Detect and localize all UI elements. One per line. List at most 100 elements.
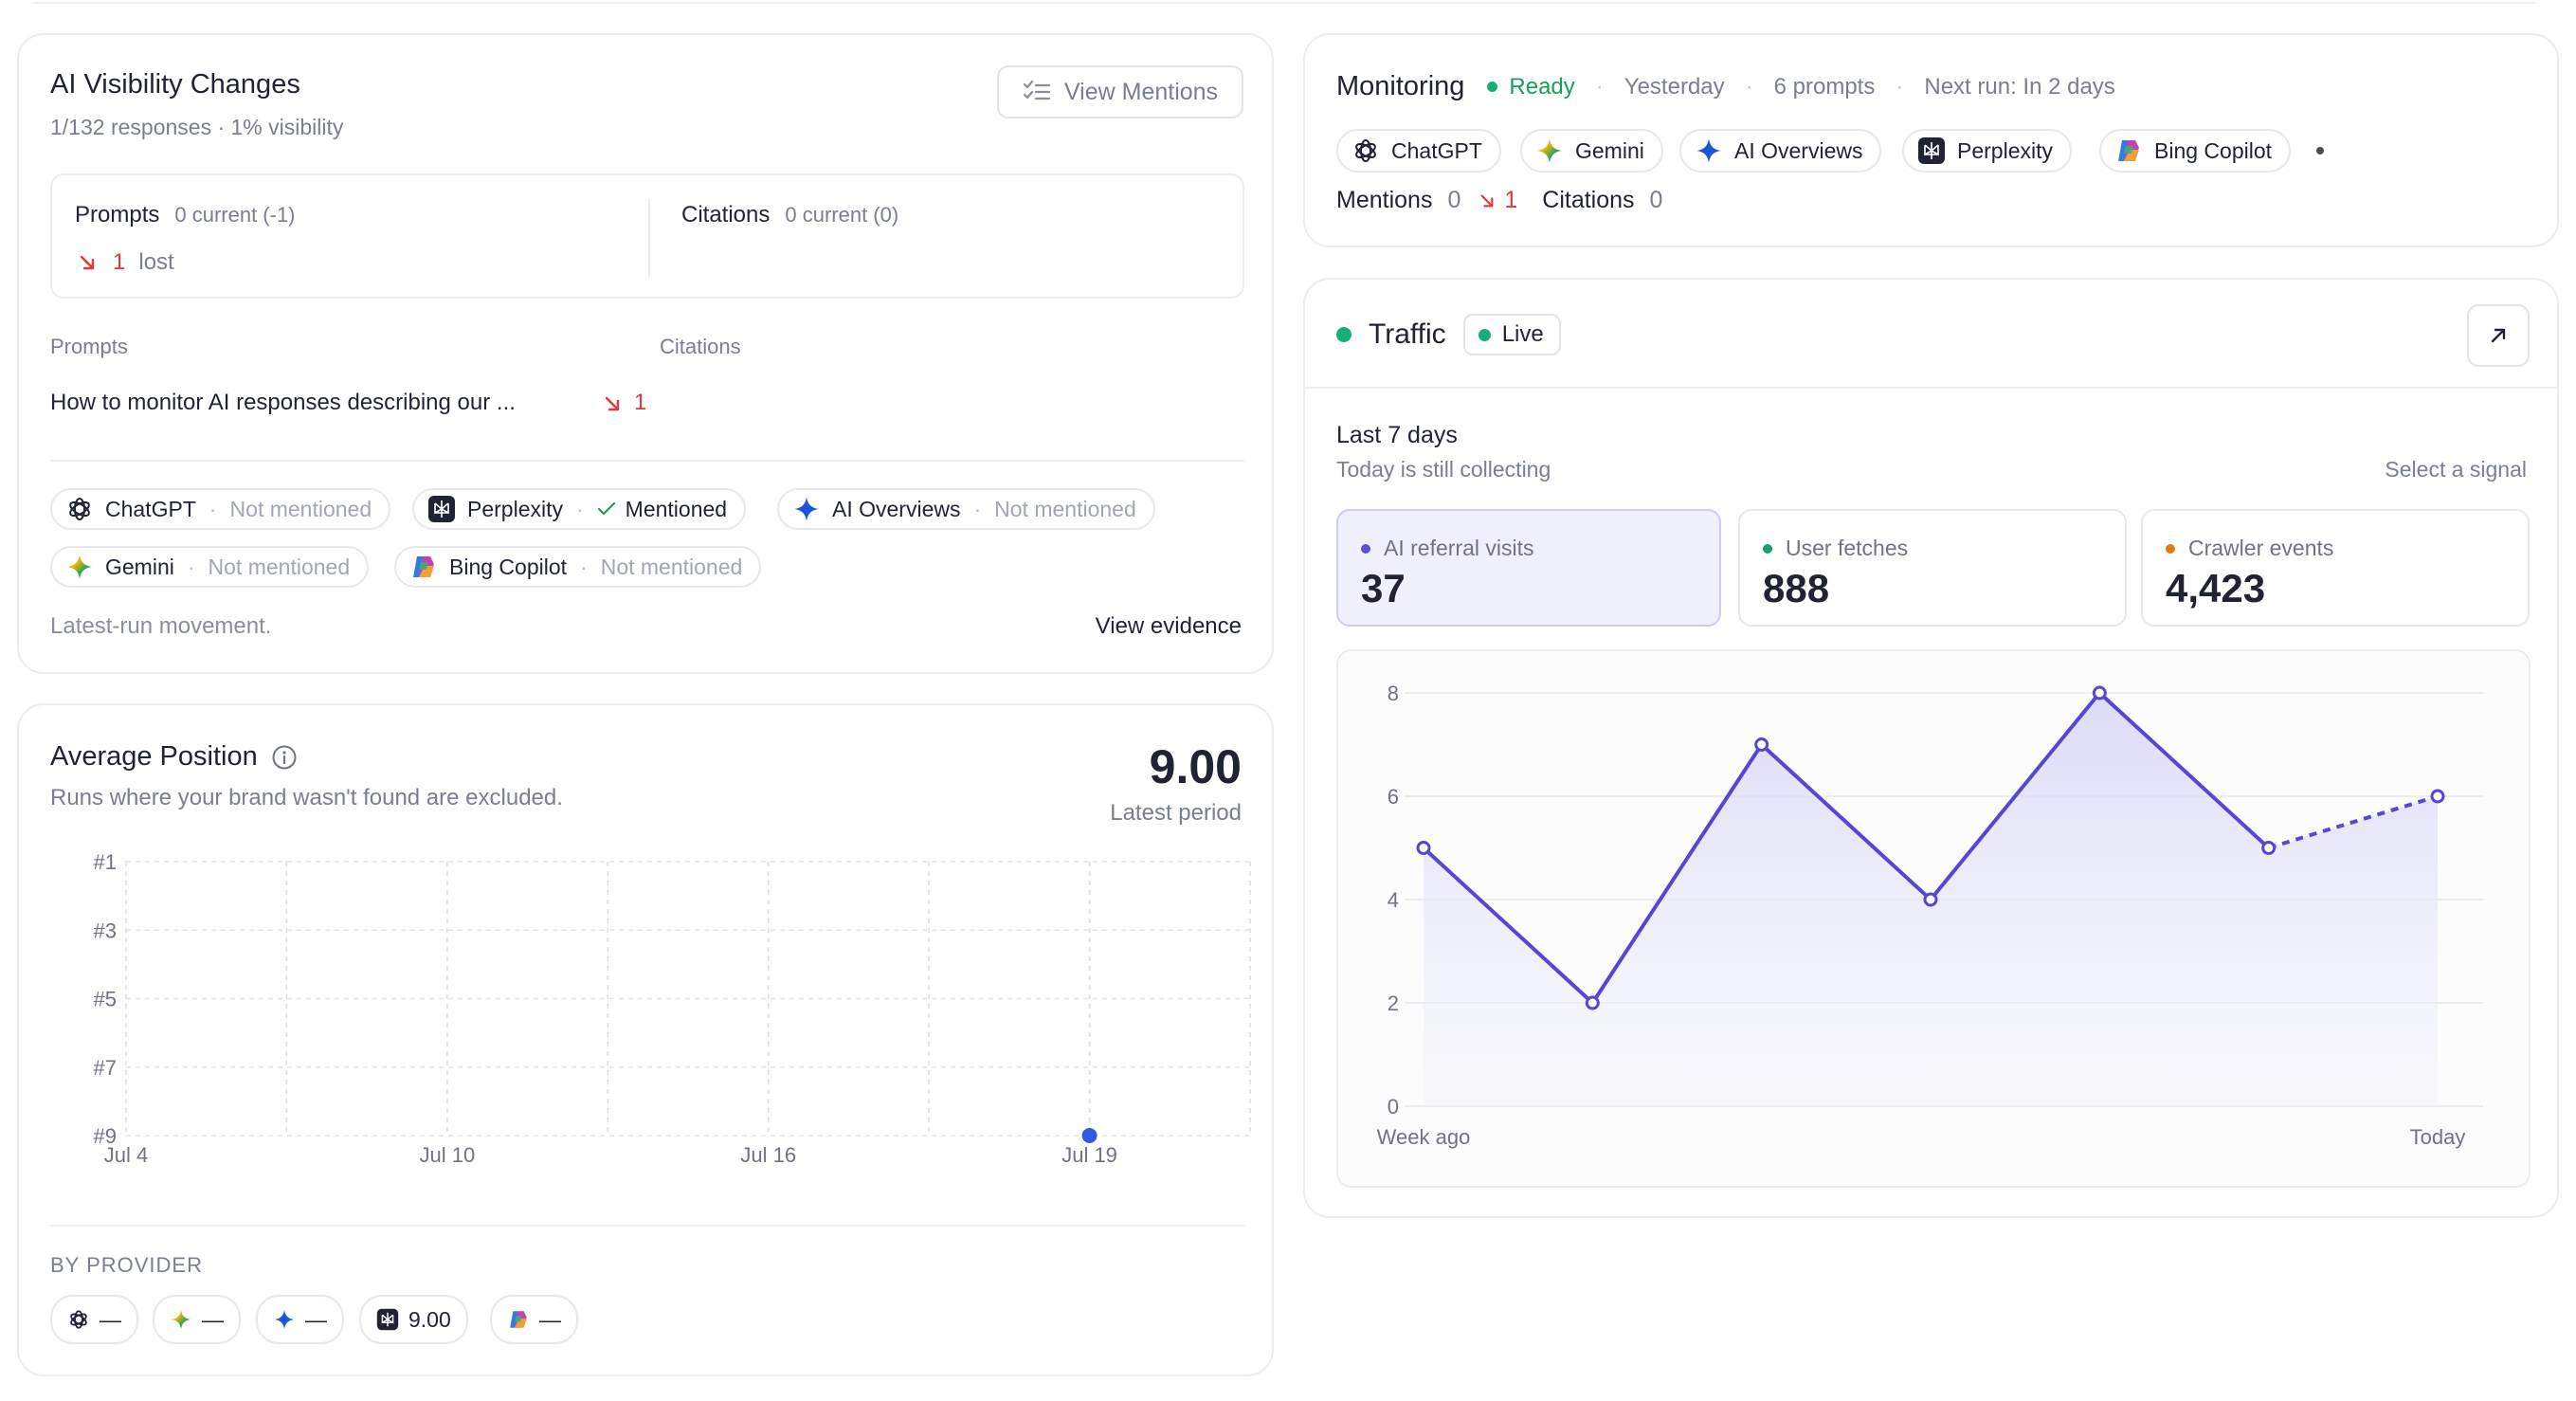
lost-indicator: 1 lost bbox=[79, 249, 174, 276]
live-badge: Live bbox=[1462, 314, 1561, 355]
separator-dot: · bbox=[1896, 73, 1904, 100]
y-tick-label: #1 bbox=[94, 850, 117, 874]
data-point[interactable] bbox=[1923, 892, 1938, 907]
monitoring-status: Ready bbox=[1509, 73, 1575, 100]
provider-pill-perplexity[interactable]: Perplexity · Mentioned bbox=[412, 488, 747, 530]
signal-label: Crawler events bbox=[2166, 536, 2333, 561]
provider-pill-ai-overviews[interactable]: AI Overviews · Not mentioned bbox=[777, 488, 1155, 530]
provider-status: Mentioned bbox=[625, 496, 728, 521]
traffic-chart-frame: 0 2 4 6 8 Week ago Today bbox=[1336, 649, 2531, 1188]
provider-status: Not mentioned bbox=[208, 554, 351, 579]
position-chart: #1#3#5#7#9 Jul 4 Jul 10 Jul 16 Jul 19 bbox=[94, 850, 1251, 1167]
signal-tile-user-fetches[interactable]: User fetches 888 bbox=[1738, 509, 2127, 627]
signal-label: AI referral visits bbox=[1361, 536, 1533, 561]
signal-label-text: Crawler events bbox=[2188, 536, 2334, 560]
separator-dot: · bbox=[973, 496, 982, 521]
table-row[interactable]: How to monitor AI responses describing o… bbox=[50, 386, 657, 420]
column-header-citations: Citations bbox=[660, 335, 741, 358]
provider-pill-chatgpt[interactable]: ChatGPT · Not mentioned bbox=[50, 488, 391, 530]
arrow-down-right-icon bbox=[1479, 193, 1495, 209]
engine-pill-ai-overviews[interactable]: AI Overviews bbox=[1679, 129, 1882, 173]
mentions-row: Mentions 0 1 Citations 0 bbox=[1336, 187, 1662, 214]
section-divider bbox=[50, 1225, 1244, 1227]
summary-divider bbox=[648, 198, 650, 278]
view-evidence-link[interactable]: View evidence bbox=[1096, 613, 1242, 640]
data-point[interactable] bbox=[1585, 995, 1600, 1010]
data-point[interactable] bbox=[1416, 841, 1431, 855]
view-mentions-label: View Mentions bbox=[1063, 78, 1219, 105]
x-tick-label: Jul 19 bbox=[1061, 1143, 1117, 1167]
data-point[interactable] bbox=[1754, 737, 1769, 752]
data-point[interactable] bbox=[2261, 841, 2277, 855]
mentions-value: 0 bbox=[1447, 187, 1461, 213]
lost-count: 1 bbox=[113, 249, 126, 275]
provider-pill-gemini[interactable]: Gemini · Not mentioned bbox=[50, 546, 370, 588]
engine-name: Gemini bbox=[1575, 137, 1644, 163]
engine-name: Bing Copilot bbox=[2154, 137, 2273, 163]
separator-dot: · bbox=[1595, 73, 1604, 100]
position-pill-gemini[interactable]: — bbox=[153, 1295, 241, 1344]
signal-tile-ai-referral-visits[interactable]: AI referral visits 37 bbox=[1336, 509, 1721, 627]
position-pill-perplexity[interactable]: 9.00 bbox=[359, 1295, 468, 1344]
separator-dot: · bbox=[209, 496, 217, 521]
average-position-card: Average Position Runs where your brand w… bbox=[17, 703, 1274, 1376]
provider-position-value: — bbox=[539, 1306, 561, 1332]
perplexity-icon bbox=[376, 1308, 399, 1331]
visibility-title: AI Visibility Changes bbox=[50, 69, 300, 100]
engine-pill-gemini[interactable]: Gemini bbox=[1520, 129, 1663, 173]
list-check-icon bbox=[1023, 81, 1051, 103]
prompt-text: How to monitor AI responses describing o… bbox=[50, 390, 516, 415]
engine-name: Perplexity bbox=[1957, 137, 2053, 163]
engine-pill-perplexity[interactable]: Perplexity bbox=[1902, 129, 2072, 173]
check-icon bbox=[597, 501, 616, 517]
x-tick-label: Jul 16 bbox=[740, 1143, 796, 1167]
provider-pill-bing-copilot[interactable]: Bing Copilot · Not mentioned bbox=[394, 546, 762, 588]
position-pill-chatgpt[interactable]: — bbox=[50, 1295, 138, 1344]
signal-label-text: User fetches bbox=[1786, 536, 1909, 560]
gemini-icon bbox=[65, 553, 94, 581]
chatgpt-icon bbox=[65, 495, 94, 523]
chatgpt-icon bbox=[67, 1308, 90, 1331]
section-divider bbox=[50, 460, 1244, 462]
traffic-status-dot bbox=[1336, 327, 1351, 342]
position-value-label: Latest period bbox=[1110, 800, 1242, 826]
engine-name: AI Overviews bbox=[1734, 137, 1863, 163]
gemini-icon bbox=[170, 1308, 192, 1331]
ai-overviews-icon bbox=[1695, 136, 1723, 165]
data-point[interactable] bbox=[2092, 685, 2107, 700]
last-run: Yesterday bbox=[1624, 73, 1725, 100]
provider-position-value: — bbox=[100, 1306, 121, 1332]
view-mentions-button[interactable]: View Mentions bbox=[997, 65, 1243, 118]
ai-overviews-icon bbox=[273, 1308, 296, 1331]
info-icon[interactable] bbox=[271, 744, 298, 771]
traffic-chart: 0 2 4 6 8 Week ago Today bbox=[1377, 682, 2483, 1149]
citations-value: 0 bbox=[1649, 187, 1663, 213]
position-pill-bing-copilot[interactable]: — bbox=[490, 1295, 578, 1344]
data-point[interactable] bbox=[1081, 1128, 1098, 1143]
provider-name: ChatGPT bbox=[105, 496, 196, 521]
prompts-summary: Prompts 0 current (-1) bbox=[75, 202, 296, 228]
open-traffic-button[interactable] bbox=[2467, 304, 2530, 367]
provider-name: Gemini bbox=[105, 554, 174, 579]
y-tick-label: 4 bbox=[1388, 888, 1399, 912]
x-tick-label: Today bbox=[2410, 1125, 2466, 1149]
visibility-card: AI Visibility Changes 1/132 responses · … bbox=[17, 33, 1274, 674]
x-tick-label: Jul 10 bbox=[419, 1143, 475, 1167]
engine-pill-bing-copilot[interactable]: Bing Copilot bbox=[2099, 129, 2292, 173]
visibility-subtitle: 1/132 responses · 1% visibility bbox=[50, 115, 344, 139]
more-engines-dot bbox=[2316, 147, 2324, 155]
x-tick-label: Week ago bbox=[1377, 1125, 1471, 1149]
arrow-down-right-icon bbox=[79, 254, 96, 271]
data-point[interactable] bbox=[2430, 789, 2445, 804]
engine-pill-chatgpt[interactable]: ChatGPT bbox=[1336, 129, 1501, 173]
traffic-header: Traffic Live bbox=[1336, 314, 1561, 355]
lost-label: lost bbox=[138, 249, 174, 275]
position-pill-ai-overviews[interactable]: — bbox=[256, 1295, 344, 1344]
monitoring-card: Monitoring Ready · Yesterday · 6 prompts… bbox=[1303, 33, 2559, 247]
live-dot bbox=[1478, 328, 1491, 341]
signal-tile-crawler-events[interactable]: Crawler events 4,423 bbox=[2141, 509, 2530, 627]
citations-summary-label: Citations bbox=[681, 202, 771, 227]
traffic-period: Last 7 days bbox=[1336, 422, 1458, 448]
live-label: Live bbox=[1501, 321, 1544, 347]
separator-dot: · bbox=[1745, 73, 1753, 100]
